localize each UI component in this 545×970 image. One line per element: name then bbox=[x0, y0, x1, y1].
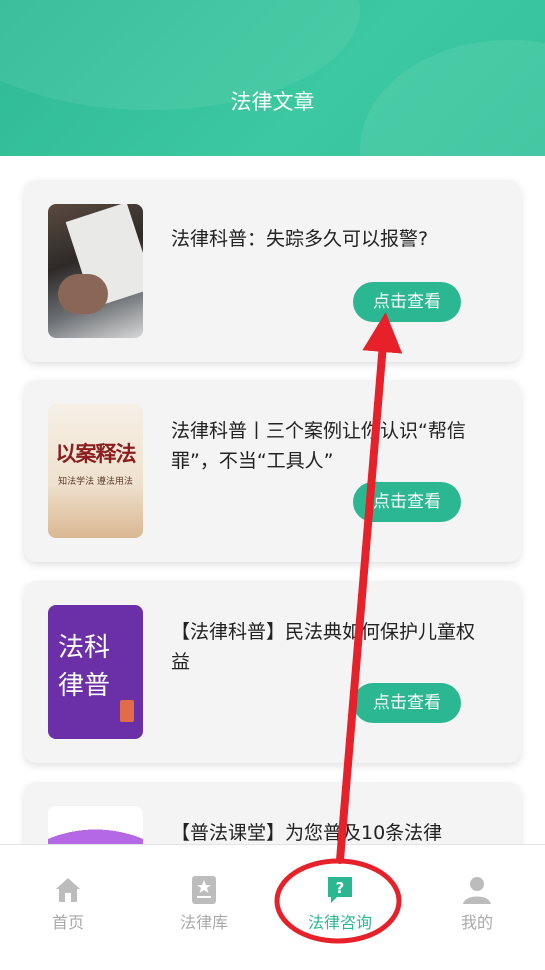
article-thumbnail: 法科律普 bbox=[48, 605, 143, 739]
tab-home[interactable]: 首页 bbox=[0, 845, 136, 970]
tab-label: 法律咨询 bbox=[307, 913, 372, 932]
book-icon bbox=[192, 876, 216, 904]
article-card[interactable]: 以案释法 知法学法 遵法用法 法律科普丨三个案例让你认识“帮信罪”，不当“工具人… bbox=[24, 380, 521, 562]
tab-law-library[interactable]: 法律库 bbox=[136, 845, 272, 970]
article-card[interactable]: 【普法课堂】为您普及10条法律 bbox=[24, 782, 521, 844]
header: 法律文章 bbox=[0, 0, 545, 156]
article-thumbnail bbox=[48, 204, 143, 338]
home-icon bbox=[56, 878, 80, 902]
article-title: 法律科普丨三个案例让你认识“帮信罪”，不当“工具人” bbox=[171, 420, 466, 472]
user-icon bbox=[463, 877, 491, 904]
article-title: 法律科普：失踪多久可以报警? bbox=[171, 228, 429, 250]
article-title: 【法律科普】民法典如何保护儿童权益 bbox=[171, 621, 476, 673]
article-card[interactable]: 法律科普：失踪多久可以报警? 点击查看 bbox=[24, 180, 521, 362]
consult-icon: ? bbox=[328, 877, 352, 903]
tab-label: 法律库 bbox=[179, 913, 228, 932]
article-thumbnail: 以案释法 知法学法 遵法用法 bbox=[48, 404, 143, 538]
page-title: 法律文章 bbox=[230, 90, 315, 114]
view-button[interactable]: 点击查看 bbox=[353, 282, 461, 322]
tab-mine[interactable]: 我的 bbox=[409, 845, 545, 970]
view-button[interactable]: 点击查看 bbox=[353, 683, 461, 723]
article-card[interactable]: 法科律普 【法律科普】民法典如何保护儿童权益 点击查看 bbox=[24, 581, 521, 763]
view-button[interactable]: 点击查看 bbox=[353, 482, 461, 522]
tab-label: 我的 bbox=[460, 913, 493, 932]
article-thumbnail bbox=[48, 806, 143, 844]
bottom-tab-bar: 首页 法律库 ? 法律咨询 我的 bbox=[0, 844, 545, 970]
tab-label: 首页 bbox=[51, 913, 84, 932]
svg-text:?: ? bbox=[336, 879, 345, 897]
article-list[interactable]: 法律科普：失踪多久可以报警? 点击查看 以案释法 知法学法 遵法用法 法律科普丨… bbox=[0, 156, 545, 844]
tab-legal-consult[interactable]: ? 法律咨询 bbox=[272, 845, 408, 970]
article-title: 【普法课堂】为您普及10条法律 bbox=[171, 822, 443, 844]
